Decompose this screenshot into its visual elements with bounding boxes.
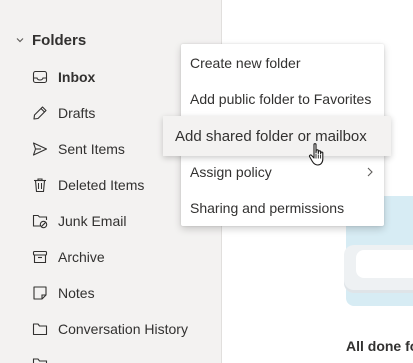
folder-item-label: Notes bbox=[58, 285, 95, 301]
empty-state-text: All done fo bbox=[346, 338, 413, 354]
menu-item-label: Add public folder to Favorites bbox=[190, 91, 372, 107]
folder-icon bbox=[32, 358, 48, 363]
folder-item-label: Archive bbox=[58, 249, 105, 265]
chevron-right-icon bbox=[367, 167, 373, 177]
empty-inbox-illustration-inner bbox=[356, 250, 413, 278]
hand-cursor-icon bbox=[308, 143, 324, 166]
inbox-icon bbox=[32, 70, 48, 84]
folder-item-label: Junk Email bbox=[58, 213, 127, 229]
folder-icon bbox=[32, 323, 48, 336]
menu-item-add-shared-folder[interactable]: Add shared folder or mailbox bbox=[163, 116, 391, 156]
menu-item-create-new-folder[interactable]: Create new folder bbox=[181, 45, 384, 81]
trash-icon bbox=[34, 178, 46, 193]
menu-item-assign-policy[interactable]: Assign policy bbox=[181, 154, 384, 190]
archive-icon bbox=[32, 250, 48, 264]
folder-item-label: Inbox bbox=[58, 69, 96, 85]
menu-item-add-public-folder[interactable]: Add public folder to Favorites bbox=[181, 81, 384, 117]
folders-header[interactable]: Folders bbox=[14, 28, 86, 52]
menu-item-sharing-permissions[interactable]: Sharing and permissions bbox=[181, 190, 384, 226]
menu-item-label: Assign policy bbox=[190, 164, 272, 180]
menu-item-label: Create new folder bbox=[190, 55, 301, 71]
folders-header-label: Folders bbox=[32, 31, 87, 49]
folder-item-label: Conversation History bbox=[58, 321, 188, 337]
drafts-icon bbox=[33, 106, 47, 120]
folder-item-label: Drafts bbox=[58, 105, 96, 121]
folder-item-archive[interactable]: Archive bbox=[32, 243, 217, 271]
outlook-window: Folders Inbox Drafts Sent Items Deleted … bbox=[0, 0, 413, 363]
folder-item-notes[interactable]: Notes bbox=[32, 279, 217, 307]
sent-icon bbox=[32, 142, 48, 156]
folder-item-label: Sent Items bbox=[58, 141, 125, 157]
folder-item-conversation-history[interactable]: Conversation History bbox=[32, 315, 217, 343]
notes-icon bbox=[33, 286, 47, 300]
menu-item-label: Add shared folder or mailbox bbox=[175, 127, 367, 145]
junk-folder-icon bbox=[32, 214, 48, 229]
folder-item-label: Deleted Items bbox=[58, 177, 145, 193]
chevron-down-icon bbox=[16, 38, 24, 43]
menu-item-label: Sharing and permissions bbox=[190, 200, 345, 216]
